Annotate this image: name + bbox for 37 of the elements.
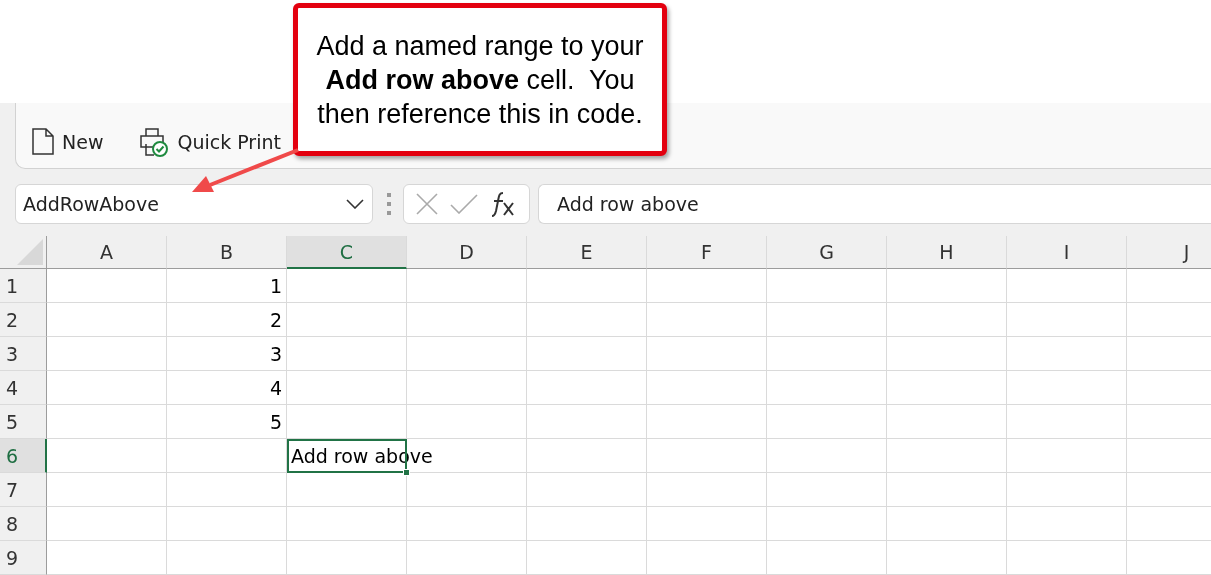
row-header[interactable]: 9 [0, 541, 47, 575]
ribbon-button[interactable]: Quick Print [135, 124, 285, 159]
chevron-down-icon[interactable] [346, 199, 364, 209]
select-all-corner[interactable] [0, 236, 47, 269]
column-header[interactable]: E [527, 236, 647, 269]
cancel-icon[interactable] [416, 193, 439, 215]
column-header[interactable]: B [167, 236, 287, 269]
ribbon-button[interactable]: New [28, 126, 108, 157]
row-header[interactable]: 6 [0, 439, 47, 473]
name-box[interactable]: AddRowAbove [15, 184, 373, 224]
row-header[interactable]: 7 [0, 473, 47, 507]
cell-value: 3 [269, 342, 282, 365]
row-header[interactable]: 4 [0, 371, 47, 405]
cell-value: 5 [269, 410, 282, 433]
fill-handle[interactable] [403, 469, 410, 476]
check-icon[interactable] [450, 194, 479, 214]
row-header[interactable]: 2 [0, 303, 47, 337]
cell-value: 1 [269, 274, 282, 297]
column-header[interactable]: H [887, 236, 1007, 269]
cell-value: 2 [269, 308, 282, 331]
row-header[interactable]: 5 [0, 405, 47, 439]
drag-handle-icon[interactable] [387, 193, 391, 215]
column-header[interactable]: A [47, 236, 167, 269]
cell-value: 4 [269, 376, 282, 399]
row-header[interactable]: 3 [0, 337, 47, 371]
function-icon[interactable] [490, 191, 517, 217]
column-header[interactable]: C [287, 236, 407, 269]
printer-check-icon [139, 126, 170, 157]
column-header[interactable]: G [767, 236, 887, 269]
formula-field[interactable]: Add row above [538, 184, 1211, 224]
row-header[interactable]: 1 [0, 269, 47, 303]
column-header[interactable]: F [647, 236, 767, 269]
column-header[interactable]: D [407, 236, 527, 269]
column-header[interactable]: I [1007, 236, 1127, 269]
callout-text: Add a named range to your Add row above cell. You then reference this in code. [315, 29, 645, 131]
document-icon [32, 128, 54, 155]
row-header[interactable]: 8 [0, 507, 47, 541]
